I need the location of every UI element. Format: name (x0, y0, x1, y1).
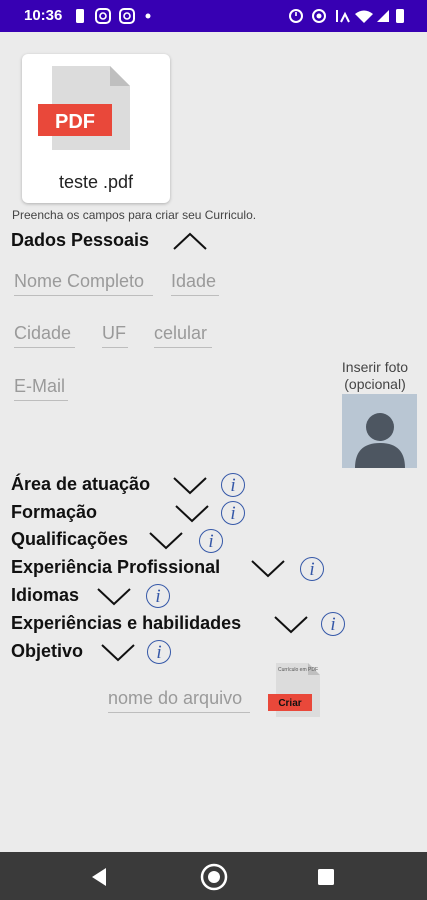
info-icon[interactable]: i (321, 612, 345, 636)
photo-label-line1: Inserir foto (341, 359, 409, 375)
name-field[interactable]: Nome Completo (14, 271, 153, 296)
create-button-caption: Currículo em PDF (278, 667, 318, 673)
avatar-placeholder-icon (355, 413, 405, 468)
chevron-down-icon[interactable] (174, 502, 210, 524)
info-icon[interactable]: i (221, 501, 245, 525)
filename-field-placeholder: nome do arquivo (108, 688, 243, 708)
section-languages-label[interactable]: Idiomas (11, 585, 79, 606)
info-icon[interactable]: i (199, 529, 223, 553)
section-objective-label[interactable]: Objetivo (11, 641, 83, 662)
back-icon[interactable] (90, 867, 108, 887)
create-button-label: Criar (278, 698, 301, 709)
name-field-placeholder: Nome Completo (14, 271, 145, 291)
info-icon[interactable]: i (147, 640, 171, 664)
recents-icon[interactable] (318, 869, 334, 885)
status-time: 10:36 (24, 7, 63, 24)
navigation-bar (0, 852, 427, 900)
info-icon[interactable]: i (146, 584, 170, 608)
chevron-down-icon[interactable] (250, 557, 286, 579)
info-icon[interactable]: i (300, 557, 324, 581)
pdf-icon-label: PDF (55, 111, 95, 133)
create-pdf-button[interactable]: Currículo em PDF Criar (262, 662, 322, 718)
file-name: teste .pdf (58, 172, 134, 192)
section-area-label[interactable]: Área de atuação (11, 474, 150, 495)
chevron-down-icon[interactable] (100, 641, 136, 663)
age-field-placeholder: Idade (171, 271, 217, 291)
photo-label: Inserir foto (opcional) (336, 359, 414, 393)
state-field[interactable]: UF (102, 323, 128, 348)
section-skills-label[interactable]: Experiências e habilidades (11, 613, 241, 634)
pdf-file-icon: PDF (38, 66, 130, 150)
section-qualifications-label[interactable]: Qualificações (11, 529, 128, 550)
system-status-icons (289, 9, 404, 23)
status-bar: 10:36 (0, 0, 427, 32)
file-card[interactable]: PDF teste .pdf (22, 54, 170, 203)
phone-field[interactable]: celular (154, 323, 212, 348)
phone-field-placeholder: celular (154, 323, 208, 343)
state-field-placeholder: UF (102, 323, 126, 343)
city-field[interactable]: Cidade (14, 323, 75, 348)
instructions-text: Preencha os campos para criar seu Curric… (12, 208, 257, 222)
filename-field[interactable]: nome do arquivo (108, 688, 250, 713)
email-field-placeholder: E-Mail (14, 376, 66, 396)
chevron-down-icon[interactable] (172, 474, 208, 496)
photo-label-line2: (opcional) (344, 376, 406, 392)
age-field[interactable]: Idade (171, 271, 219, 296)
photo-picker[interactable] (342, 394, 417, 468)
email-field[interactable]: E-Mail (14, 376, 68, 401)
chevron-down-icon[interactable] (273, 613, 309, 635)
chevron-down-icon[interactable] (96, 585, 132, 607)
personal-data-header: Dados Pessoais (11, 230, 150, 250)
section-education-label[interactable]: Formação (11, 502, 97, 523)
section-experience-label[interactable]: Experiência Profissional (11, 557, 220, 578)
chevron-up-icon[interactable] (172, 230, 208, 252)
info-icon[interactable]: i (221, 473, 245, 497)
home-icon[interactable] (199, 862, 229, 892)
notification-icons (76, 8, 151, 24)
chevron-down-icon[interactable] (148, 529, 184, 551)
city-field-placeholder: Cidade (14, 323, 72, 343)
